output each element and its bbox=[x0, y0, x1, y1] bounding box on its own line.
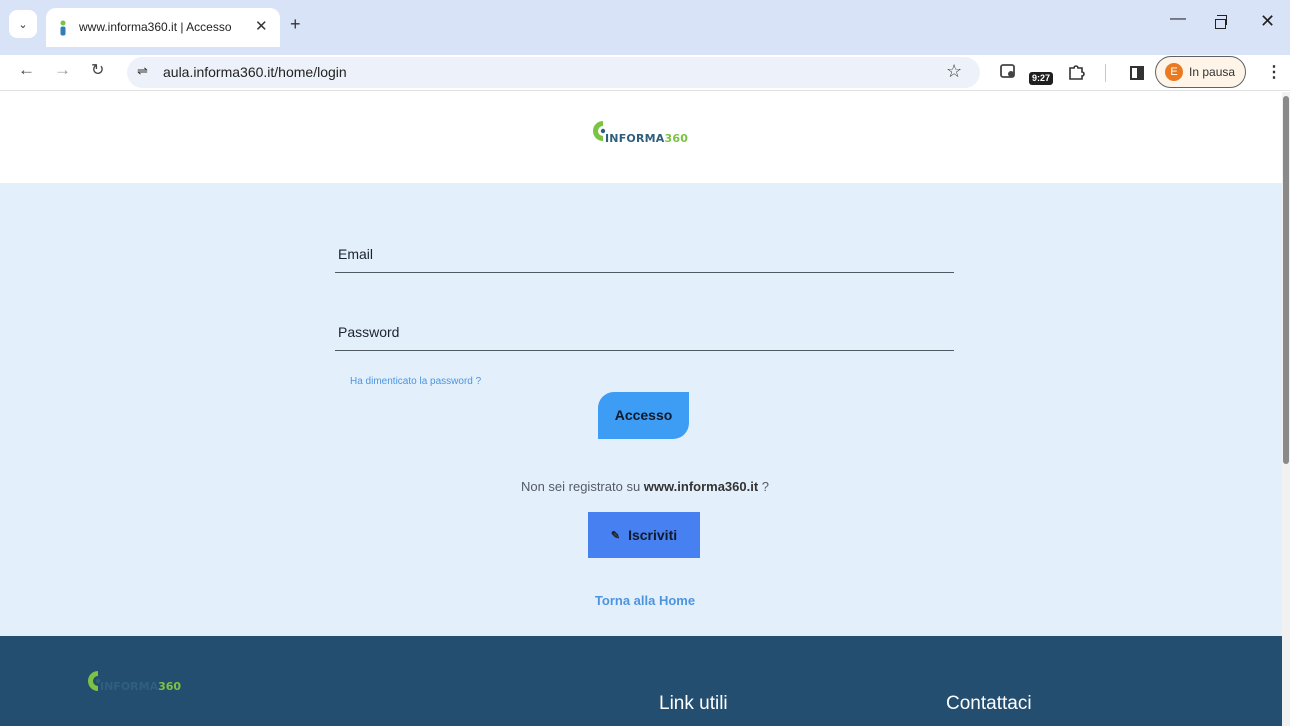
browser-tab[interactable]: www.informa360.it | Accesso ✕ bbox=[46, 8, 280, 47]
edit-icon: ✎ bbox=[610, 529, 621, 542]
logo-wordmark: INFORMA360 bbox=[605, 132, 688, 145]
back-home-link[interactable]: Torna alla Home bbox=[0, 593, 1282, 608]
reload-icon[interactable]: ↻ bbox=[91, 60, 104, 80]
window-close-icon[interactable]: ✕ bbox=[1260, 11, 1275, 32]
register-button[interactable]: ✎ Iscriviti bbox=[588, 512, 700, 558]
tab-search-chevron-down-icon[interactable]: ⌄ bbox=[9, 10, 37, 38]
browser-menu-icon[interactable]: ⋮ bbox=[1266, 62, 1282, 82]
bookmark-star-icon[interactable]: ☆ bbox=[946, 61, 962, 82]
side-panel-icon[interactable] bbox=[1130, 66, 1144, 80]
login-button[interactable]: Accesso bbox=[598, 392, 689, 439]
logo-suffix: 360 bbox=[664, 132, 689, 145]
login-form: Email Password Ha dimenticato la passwor… bbox=[0, 183, 1282, 636]
footer-contact-heading: Contattaci bbox=[946, 693, 1032, 714]
forward-arrow-icon[interactable]: → bbox=[54, 60, 71, 80]
page-scrollbar[interactable] bbox=[1282, 92, 1290, 726]
informa360-favicon-icon bbox=[60, 20, 66, 36]
profile-status: In pausa bbox=[1189, 65, 1236, 79]
footer-logo[interactable]: INFORMA360 bbox=[86, 669, 206, 697]
url-text[interactable]: aula.informa360.it/home/login bbox=[163, 64, 347, 80]
register-button-label: Iscriviti bbox=[628, 527, 678, 543]
extensions-puzzle-icon[interactable] bbox=[1067, 62, 1085, 80]
extension-puzzle-app-icon[interactable] bbox=[999, 62, 1017, 80]
footer-links-heading: Link utili bbox=[659, 693, 728, 714]
site-footer: INFORMA360 Link utili Contattaci bbox=[0, 636, 1282, 726]
forgot-password-link[interactable]: Ha dimenticato la password ? bbox=[350, 376, 481, 387]
browser-tab-strip: ⌄ www.informa360.it | Accesso ✕ + — ✕ bbox=[0, 0, 1290, 55]
logo-prefix: INFORMA bbox=[605, 132, 665, 145]
email-field[interactable]: Email bbox=[335, 237, 954, 273]
address-bar[interactable]: ⇌ aula.informa360.it/home/login ☆ bbox=[127, 57, 980, 88]
footer-logo-suffix: 360 bbox=[158, 680, 182, 693]
avatar: E bbox=[1165, 63, 1183, 81]
toolbar-separator bbox=[1105, 64, 1106, 82]
site-header: INFORMA360 bbox=[0, 92, 1282, 183]
site-info-tune-icon[interactable]: ⇌ bbox=[137, 63, 148, 79]
back-arrow-icon[interactable]: ← bbox=[18, 60, 35, 80]
register-prompt: Non sei registrato su www.informa360.it … bbox=[0, 479, 1282, 494]
register-prompt-text: Non sei registrato su bbox=[520, 479, 644, 494]
register-site-name: www.informa360.it bbox=[643, 479, 759, 494]
tab-close-icon[interactable]: ✕ bbox=[255, 17, 268, 35]
register-prompt-end: ? bbox=[758, 479, 770, 494]
tab-title: www.informa360.it | Accesso bbox=[79, 20, 232, 34]
new-tab-plus-icon[interactable]: + bbox=[290, 14, 301, 35]
extension-clock-badge[interactable]: 9:27 bbox=[1029, 72, 1054, 85]
window-minimize-icon[interactable]: — bbox=[1170, 10, 1186, 28]
email-placeholder: Email bbox=[338, 246, 374, 262]
page-viewport: INFORMA360 Email Password Ha dimenticato… bbox=[0, 92, 1282, 726]
password-placeholder: Password bbox=[338, 324, 400, 340]
footer-logo-wordmark: INFORMA360 bbox=[100, 680, 181, 693]
scrollbar-thumb[interactable] bbox=[1283, 96, 1289, 464]
browser-toolbar: ← → ↻ ⇌ aula.informa360.it/home/login ☆ … bbox=[0, 55, 1290, 91]
password-field[interactable]: Password bbox=[335, 315, 954, 351]
window-restore-icon[interactable] bbox=[1215, 15, 1227, 29]
profile-button[interactable]: E In pausa bbox=[1155, 56, 1246, 88]
footer-logo-prefix: INFORMA bbox=[100, 680, 159, 693]
